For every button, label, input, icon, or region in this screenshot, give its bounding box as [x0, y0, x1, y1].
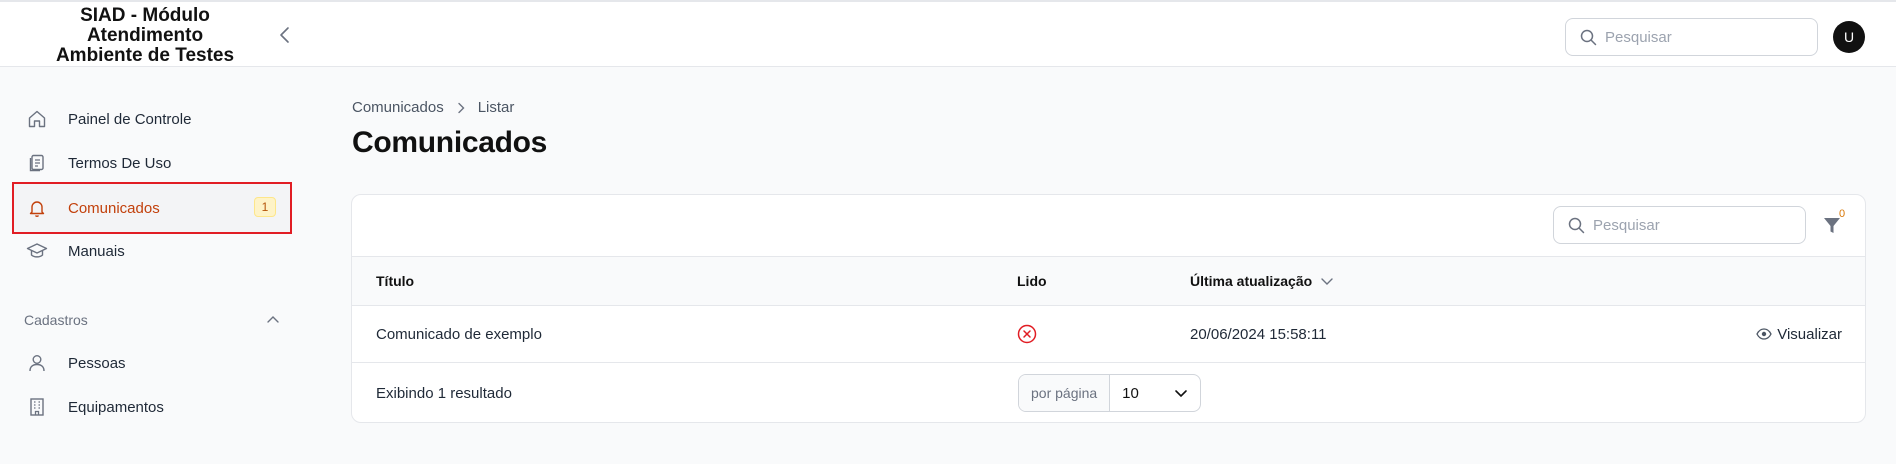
per-page-label: por página — [1019, 375, 1111, 411]
notification-badge: 1 — [254, 197, 276, 217]
header-search[interactable] — [1565, 18, 1818, 56]
table-search-input[interactable] — [1593, 216, 1773, 234]
section-title: Cadastros — [24, 312, 88, 328]
breadcrumb-parent-link[interactable]: Comunicados — [352, 99, 444, 116]
header-search-input[interactable] — [1605, 28, 1785, 46]
table-header: Título Lido Última atualização — [352, 256, 1865, 306]
collapse-sidebar-button[interactable] — [274, 24, 296, 46]
per-page-value: 10 — [1122, 384, 1139, 402]
table-search[interactable] — [1553, 206, 1806, 244]
visualizar-button[interactable]: Visualizar — [1756, 306, 1842, 362]
app-title: SIAD - Módulo Atendimento Ambiente de Te… — [20, 6, 270, 66]
breadcrumb: Comunicados Listar — [352, 99, 514, 116]
user-icon — [26, 352, 48, 374]
chevron-up-icon — [267, 316, 279, 323]
app-title-line-2: Atendimento — [86, 25, 204, 46]
top-bar: SIAD - Módulo Atendimento Ambiente de Te… — [0, 0, 1896, 67]
result-count-text: Exibindo 1 resultado — [376, 384, 512, 402]
filter-count-badge: 0 — [1839, 208, 1846, 220]
building-icon — [26, 396, 48, 418]
app-title-line-1: SIAD - Módulo — [80, 5, 210, 26]
search-icon — [1580, 29, 1597, 45]
sidebar-item-manuais[interactable]: Manuais — [12, 226, 292, 276]
cell-lido — [1017, 306, 1037, 362]
app-title-line-3: Ambiente de Testes — [55, 45, 235, 66]
sidebar-item-label: Manuais — [68, 242, 125, 260]
sidebar-item-termos-de-uso[interactable]: Termos De Uso — [12, 138, 292, 188]
chevron-down-icon — [1175, 390, 1187, 398]
sidebar-item-pessoas[interactable]: Pessoas — [12, 338, 292, 388]
avatar[interactable]: U — [1833, 21, 1865, 53]
table-row: Comunicado de exemplo 20/06/2024 15:58:1… — [352, 306, 1865, 363]
table-footer: Exibindo 1 resultado por página 10 — [352, 363, 1865, 422]
document-icon — [26, 152, 48, 174]
eye-icon — [1756, 328, 1772, 340]
sidebar-item-label: Painel de Controle — [68, 110, 192, 128]
column-header-lido: Lido — [1017, 273, 1047, 289]
visualizar-label: Visualizar — [1777, 325, 1842, 343]
column-header-titulo: Título — [376, 273, 415, 289]
per-page-select[interactable]: por página 10 — [1018, 374, 1201, 412]
per-page-value-dropdown[interactable]: 10 — [1110, 375, 1200, 411]
sidebar-item-equipamentos[interactable]: Equipamentos — [12, 382, 292, 432]
chevron-right-icon — [456, 102, 466, 114]
search-icon — [1568, 217, 1585, 233]
page-title: Comunicados — [352, 126, 548, 159]
chevron-left-icon — [280, 27, 289, 43]
column-header-label: Última atualização — [1190, 273, 1313, 289]
cell-ultima-atualizacao: 20/06/2024 15:58:11 — [1190, 325, 1327, 343]
sidebar-item-label: Termos De Uso — [68, 154, 172, 172]
sidebar: Painel de Controle Termos De Uso Comunic… — [0, 68, 292, 464]
sidebar-item-label: Equipamentos — [68, 398, 164, 416]
column-header-ultima-atualizacao[interactable]: Última atualização — [1190, 257, 1334, 305]
sidebar-item-label: Pessoas — [68, 354, 126, 372]
graduation-cap-icon — [26, 240, 48, 262]
section-cadastros-toggle[interactable]: Cadastros — [24, 308, 280, 332]
unread-x-circle-icon — [1017, 324, 1037, 344]
comunicados-table-card: 0 Título Lido Última atualização Comunic… — [351, 194, 1866, 423]
sidebar-item-painel-de-controle[interactable]: Painel de Controle — [12, 94, 292, 144]
filter-button[interactable] — [1822, 211, 1850, 239]
breadcrumb-current: Listar — [477, 99, 515, 116]
sort-chevron-down-icon — [1321, 278, 1333, 285]
sidebar-item-label: Comunicados — [68, 199, 160, 217]
cell-titulo: Comunicado de exemplo — [376, 325, 542, 343]
bell-icon — [26, 197, 48, 219]
home-icon — [26, 108, 48, 130]
